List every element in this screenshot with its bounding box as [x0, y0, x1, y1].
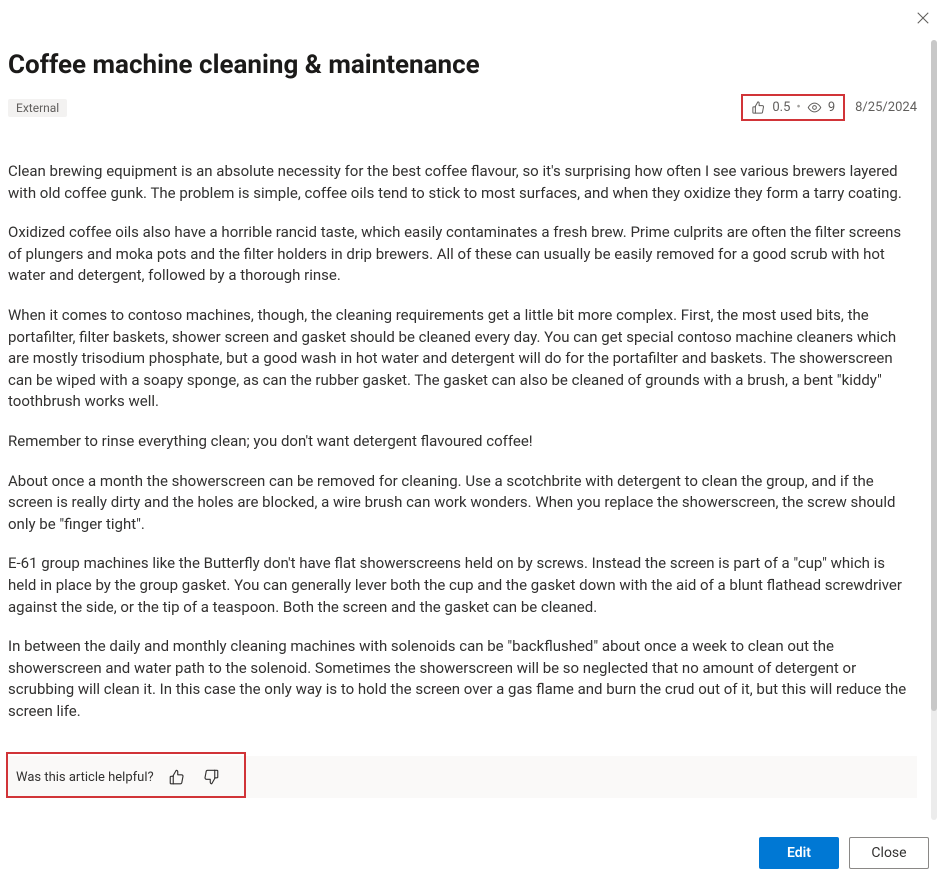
paragraph: About once a month the showerscreen can … [8, 471, 917, 536]
helpful-prompt: Was this article helpful? [16, 770, 154, 785]
paragraph: Remember to rinse everything clean; you … [8, 431, 917, 453]
visibility-badge: External [8, 99, 67, 117]
edit-button[interactable]: Edit [759, 837, 839, 869]
close-button[interactable]: Close [849, 837, 929, 869]
article-body: Clean brewing equipment is an absolute n… [8, 121, 917, 722]
meta-row: External 0.5 • 9 [8, 94, 917, 121]
thumbs-up-icon [751, 100, 766, 115]
article-date: 8/25/2024 [855, 100, 917, 115]
scrollbar-thumb[interactable] [931, 40, 937, 711]
stats-separator: • [796, 100, 800, 115]
stats-box: 0.5 • 9 [741, 94, 845, 121]
helpful-no-button[interactable] [200, 766, 222, 788]
article-header: Coffee machine cleaning & maintenance Ex… [8, 0, 917, 121]
paragraph: Oxidized coffee oils also have a horribl… [8, 222, 917, 287]
paragraph: In between the daily and monthly cleanin… [8, 636, 917, 722]
thumbs-up-icon [168, 768, 186, 786]
helpful-yes-button[interactable] [166, 766, 188, 788]
paragraph: E-61 group machines like the Butterfly d… [8, 553, 917, 618]
paragraph: When it comes to contoso machines, thoug… [8, 305, 917, 413]
eye-icon [807, 100, 822, 115]
article-dialog: Coffee machine cleaning & maintenance Ex… [0, 0, 943, 880]
article-title: Coffee machine cleaning & maintenance [8, 50, 917, 80]
dialog-footer: Edit Close [0, 826, 943, 880]
paragraph: Clean brewing equipment is an absolute n… [8, 161, 917, 204]
meta-right: 0.5 • 9 8/25/2024 [741, 94, 917, 121]
scrollbar[interactable] [931, 40, 937, 820]
views-value: 9 [828, 100, 835, 115]
helpful-bar: Was this article helpful? [8, 756, 917, 798]
rating-value: 0.5 [772, 100, 790, 115]
thumbs-down-icon [202, 768, 220, 786]
scroll-area[interactable]: Coffee machine cleaning & maintenance Ex… [0, 0, 925, 826]
